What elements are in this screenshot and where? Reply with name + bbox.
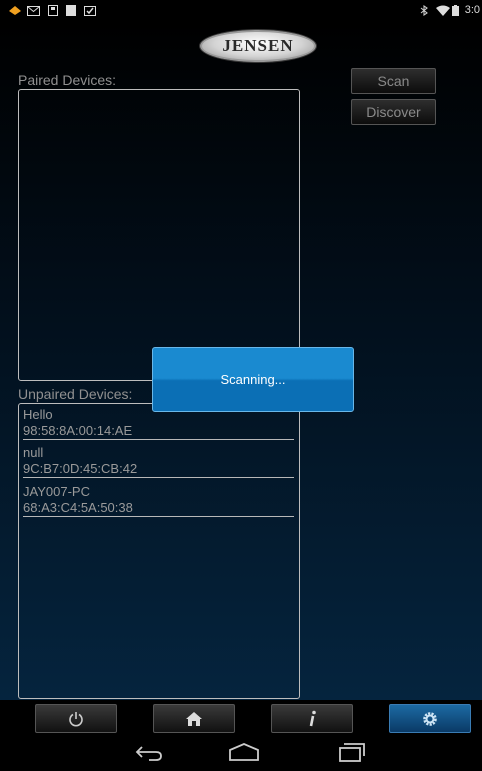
device-address: 9C:B7:0D:45:CB:42 — [23, 461, 138, 476]
brand-logo: JENSEN — [200, 30, 316, 62]
device-name: null — [23, 445, 44, 460]
list-item[interactable]: null 9C:B7:0D:45:CB:42 — [23, 445, 294, 478]
sd-card-icon — [48, 5, 58, 16]
paired-devices-list[interactable] — [18, 89, 300, 381]
wifi-icon — [436, 5, 450, 16]
status-time: 3:0 — [464, 4, 480, 16]
list-item[interactable]: JAY007-PC 68:A3:C4:5A:50:38 — [23, 484, 294, 517]
battery-icon — [452, 5, 459, 16]
scanning-dialog: Scanning... — [152, 347, 354, 412]
bluetooth-icon — [420, 5, 428, 16]
settings-button[interactable] — [389, 704, 471, 733]
info-icon — [309, 710, 316, 726]
status-bar: 3:0 — [0, 0, 482, 22]
power-icon — [69, 711, 83, 726]
bottom-nav — [0, 700, 482, 736]
discover-button[interactable]: Discover — [351, 99, 436, 125]
info-button[interactable] — [271, 704, 353, 733]
unpaired-devices-label: Unpaired Devices: — [18, 386, 133, 402]
recent-apps-icon[interactable] — [337, 742, 367, 762]
image-icon — [66, 5, 76, 16]
back-icon[interactable] — [134, 742, 164, 762]
clipboard-icon — [84, 6, 96, 16]
settings-gear-icon — [423, 711, 437, 726]
scan-button[interactable]: Scan — [351, 68, 436, 94]
device-address: 68:A3:C4:5A:50:38 — [23, 500, 133, 515]
power-button[interactable] — [35, 704, 117, 733]
device-name: JAY007-PC — [23, 484, 90, 499]
system-nav-bar — [0, 736, 482, 771]
paired-devices-label: Paired Devices: — [18, 72, 117, 88]
mail-icon — [27, 6, 40, 16]
notification-icon — [9, 6, 21, 15]
home-icon — [186, 711, 202, 726]
device-address: 98:58:8A:00:14:AE — [23, 423, 133, 438]
home-button[interactable] — [153, 704, 235, 733]
home-outline-icon[interactable] — [227, 742, 261, 762]
